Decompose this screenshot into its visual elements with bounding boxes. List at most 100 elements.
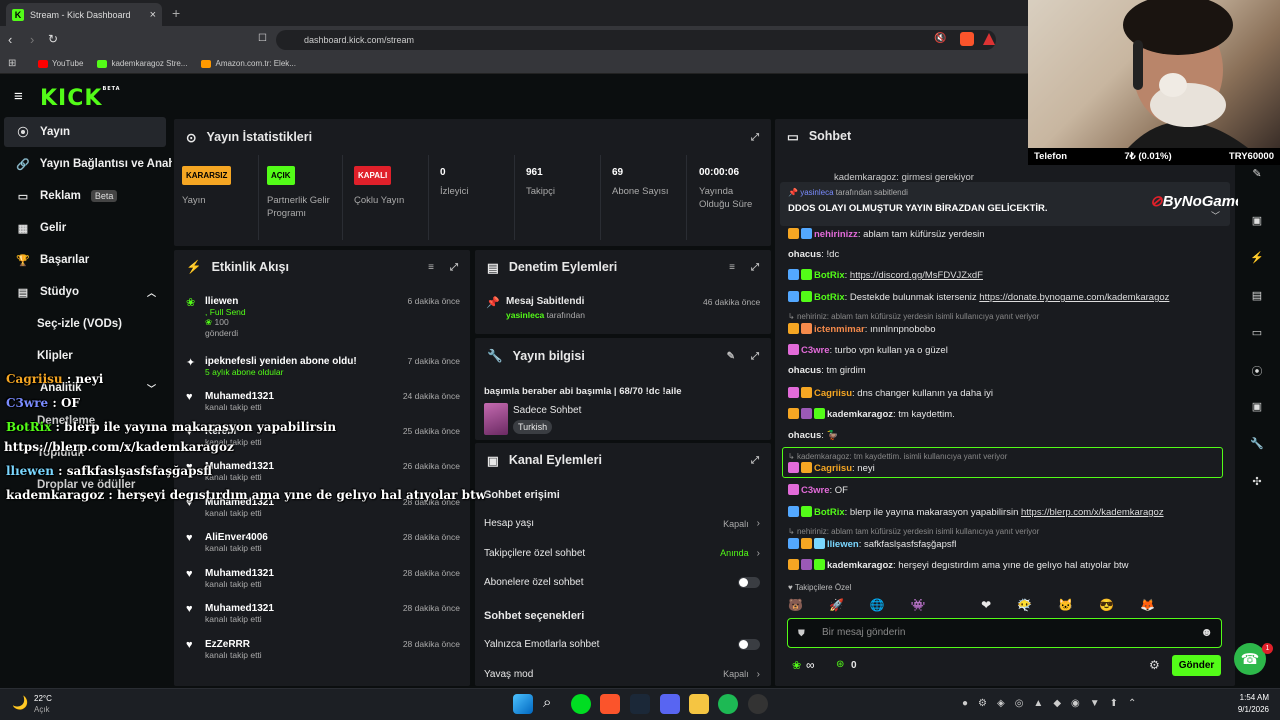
activity-event[interactable]: ♥ EzZeRRR kanalı takip etti 28 dakika ön… (186, 639, 462, 660)
emoji-icon[interactable]: ☻ (1200, 625, 1213, 639)
chat-setting-row[interactable]: Yavaş mod Kapalı › (484, 669, 760, 680)
chat-message[interactable]: ohacus: !dc (788, 249, 1228, 260)
sidebar-item-stream[interactable]: ⦿ Yayın (4, 117, 166, 147)
chat-message[interactable]: ohacus: 🦆 (788, 430, 1228, 441)
expand-icon[interactable]: ⤢ (450, 262, 458, 273)
chat-username[interactable]: BotRix (814, 507, 845, 518)
apps-grid-icon[interactable]: ⊞ (8, 58, 16, 69)
file-explorer-icon[interactable] (689, 694, 709, 714)
clock-date[interactable]: 9/1/2026 (1229, 705, 1269, 714)
expand-icon[interactable]: ⤢ (751, 455, 759, 466)
chat-username[interactable]: ohacus (788, 249, 821, 260)
chat-username[interactable]: Cagriisu (814, 388, 852, 399)
kicks-icon[interactable]: ❀ (792, 659, 801, 672)
chat-message[interactable]: ohacus: tm girdim (788, 365, 1228, 376)
chat-setting-row[interactable]: Hesap yaşı Kapalı › (484, 518, 760, 529)
chat-link[interactable]: https://donate.bynogame.com/kademkaragoz (979, 292, 1169, 303)
sidebar-sub-vods[interactable]: Seç-izle (VODs) (37, 318, 122, 330)
sidebar-item-achievements[interactable]: 🏆 Başarılar (4, 245, 166, 275)
activity-event[interactable]: ❀ lliewen , Full Send ❀ 100 gönderdi 6 da… (186, 296, 462, 338)
filter-icon[interactable]: ≡ (729, 262, 735, 273)
system-tray-icons[interactable]: ●⚙◈◎▲◆◉▼⬆⌃ (962, 698, 1146, 709)
url-bar[interactable]: dashboard.kick.com/stream (276, 30, 996, 50)
chat-username[interactable]: lliewen (827, 539, 859, 550)
kick-logo[interactable]: KICKBETA (40, 86, 121, 111)
terminal-icon[interactable]: ▣ (1248, 400, 1266, 418)
new-tab-icon[interactable]: + (172, 5, 180, 21)
expand-icon[interactable]: ⤢ (751, 262, 759, 273)
chat-username[interactable]: BotRix (814, 270, 845, 281)
chevron-down-icon[interactable]: ﹀ (1211, 209, 1220, 222)
hamburger-menu-icon[interactable]: ≡ (14, 88, 23, 105)
sidebar-item-ads[interactable]: ▭ Reklam Beta (4, 181, 166, 211)
expand-icon[interactable]: ⤢ (751, 351, 759, 362)
chat-username[interactable]: Cagriisu (814, 463, 852, 474)
chat-link[interactable]: https://discord.gg/MsFDVJZxdF (850, 270, 983, 281)
chat-message[interactable]: ictenmimar: ınınlnnpnobobo (788, 323, 1228, 335)
chat-setting-row[interactable]: Abonelere özel sohbet (484, 577, 760, 588)
wrench-icon[interactable]: 🔧 (1248, 437, 1266, 455)
activity-event[interactable]: ♥ Muhamed1321 kanalı takip etti 28 dakik… (186, 568, 462, 589)
emote-row[interactable]: 🐻🚀🌐👾 ❤😶‍🌫️🐱😎🦊 (788, 598, 1181, 612)
weather-temp[interactable]: 22°C (34, 694, 52, 703)
chat-username[interactable]: ohacus (788, 365, 821, 376)
chat-icon[interactable]: ▭ (1248, 326, 1266, 344)
puzzle-icon[interactable]: ✣ (1248, 475, 1266, 493)
chat-username[interactable]: ictenmimar (814, 324, 865, 335)
chat-username[interactable]: C3wre (801, 345, 830, 356)
reload-icon[interactable]: ↻ (48, 32, 58, 46)
bookmark-amazon[interactable]: Amazon.com.tr: Elek... (201, 59, 296, 68)
chat-username[interactable]: C3wre (801, 485, 830, 496)
chat-message[interactable]: C3wre: OF (788, 484, 1228, 496)
toggle-switch[interactable] (738, 577, 760, 588)
chat-username[interactable]: kademkaragoz (827, 409, 893, 420)
filter-icon[interactable]: ≡ (428, 262, 434, 273)
chat-setting-row[interactable]: Takipçilere özel sohbet Anında › (484, 548, 760, 559)
list-icon[interactable]: ▤ (1248, 289, 1266, 307)
chat-message[interactable]: BotRix: Destekde bulunmak isterseniz htt… (788, 291, 1228, 303)
windows-start-icon[interactable] (513, 694, 533, 714)
chat-message[interactable]: nehirinizz: ablam tam küfürsüz yerdesin (788, 228, 1228, 240)
chat-message[interactable]: BotRix: https://discord.gg/MsFDVJZxdF (788, 269, 1228, 281)
chat-message[interactable]: kademkaragoz: tm kaydettim. (788, 408, 1228, 420)
clock-time[interactable]: 1:54 AM (1237, 693, 1269, 702)
sidebar-item-studio[interactable]: ▤ Stüdyo ︿ (4, 277, 166, 307)
bookmark-icon[interactable]: ☐ (258, 33, 267, 44)
toggle-switch[interactable] (738, 639, 760, 650)
sidebar-item-stream-key[interactable]: 🔗Yayın Bağlantısı ve Anahtarı (4, 149, 172, 179)
discord-icon[interactable] (660, 694, 680, 714)
bolt-icon[interactable]: ⚡ (1248, 251, 1266, 269)
radio-icon[interactable]: ⦿ (1248, 363, 1266, 381)
camera-icon[interactable]: ▣ (1248, 214, 1266, 232)
chat-input[interactable]: ⛊ Bir mesaj gönderin ☻ (787, 618, 1222, 648)
xbox-icon[interactable] (571, 694, 591, 714)
chat-message[interactable]: lliewen: safkfaslşasfsfaşğapsfl (788, 538, 1228, 550)
sidebar-sub-clips[interactable]: Klipler (37, 350, 73, 362)
forward-icon[interactable]: › (30, 32, 34, 47)
bookmark-youtube[interactable]: YouTube (38, 59, 83, 68)
steam-icon[interactable] (630, 694, 650, 714)
spotify-icon[interactable] (718, 694, 738, 714)
search-icon[interactable]: ⌕ (543, 694, 551, 711)
bookmark-kick[interactable]: kademkaragoz Stre... (97, 59, 187, 68)
obs-icon[interactable] (748, 694, 768, 714)
chat-message[interactable]: BotRix: blerp ile yayına makarasyon yapa… (788, 506, 1228, 518)
browser-tab[interactable]: K Stream - Kick Dashboard × (6, 3, 162, 26)
mute-icon[interactable]: 🔇 (934, 33, 946, 44)
chat-username[interactable]: nehirinizz (814, 229, 858, 240)
chat-message[interactable]: Cagriisu: neyi (788, 462, 1228, 474)
back-icon[interactable]: ‹ (8, 32, 12, 47)
chat-username[interactable]: kademkaragoz (827, 560, 893, 571)
activity-event[interactable]: ✦ ipeknefesli yeniden abone oldu! 5 aylı… (186, 356, 462, 377)
chat-username[interactable]: BotRix (814, 292, 845, 303)
activity-event[interactable]: ♥ AliEnver4006 kanalı takip etti 28 daki… (186, 532, 462, 553)
edit-icon[interactable]: ✎ (1248, 167, 1266, 185)
brave-rewards-icon[interactable] (983, 33, 995, 45)
chat-message[interactable]: Cagriisu: dns changer kullanın ya daha i… (788, 387, 1228, 399)
close-tab-icon[interactable]: × (150, 9, 156, 21)
chat-username[interactable]: ohacus (788, 430, 821, 441)
chat-setting-row[interactable]: Yalnızca Emotlarla sohbet (484, 639, 760, 650)
edit-icon[interactable]: ✎ (727, 351, 735, 362)
sidebar-item-revenue[interactable]: ▦ Gelir (4, 213, 166, 243)
activity-event[interactable]: ♥ Muhamed1321 kanalı takip etti 28 dakik… (186, 603, 462, 624)
